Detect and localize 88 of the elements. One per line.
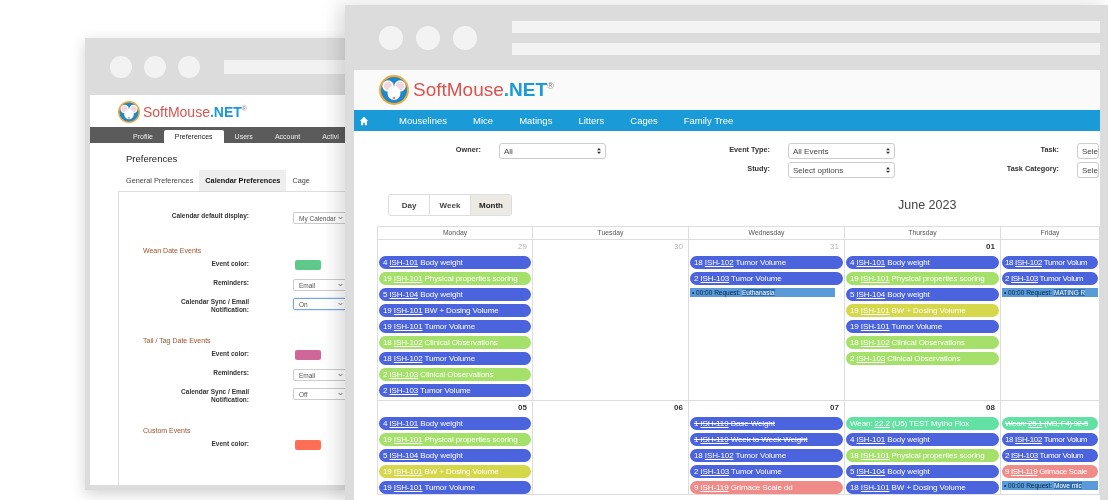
day-number: 31 xyxy=(830,242,839,251)
study-link[interactable]: ISH-104 xyxy=(389,451,419,460)
sort-caret-icon xyxy=(886,167,890,173)
study-link[interactable]: ISH-104 xyxy=(856,290,886,299)
calendar-event[interactable]: 18 ISH-102 Tumor Volum xyxy=(1002,256,1098,269)
calendar-event[interactable]: 2 ISH-103 Tumor Volum xyxy=(1002,449,1098,462)
color-swatch[interactable] xyxy=(295,350,321,360)
select-field[interactable]: Select options xyxy=(788,162,895,178)
day-number: 05 xyxy=(518,403,527,412)
calendar-event[interactable]: 4 ISH-101 Body weight xyxy=(846,433,999,446)
calendar-event[interactable]: 2 ISH-103 Tumor Volume xyxy=(690,465,843,478)
calendar-event[interactable]: 5 ISH-104 Body weight xyxy=(379,288,531,301)
calendar-event[interactable]: 19 ISH-101 Tumor Volume xyxy=(379,320,531,333)
nav-link[interactable]: Family Tree xyxy=(670,115,747,126)
day-number: 01 xyxy=(986,242,995,251)
calendar-event[interactable]: 1 ISH-119 Base Weight xyxy=(690,417,843,430)
calendar-event[interactable]: 18 ISH-102 Tumor Volume xyxy=(690,256,843,269)
study-link[interactable]: ISH-104 xyxy=(856,467,886,476)
study-link[interactable]: ISH-102 xyxy=(704,451,734,460)
study-link[interactable]: ISH-102 xyxy=(704,258,734,267)
view-button[interactable]: Day xyxy=(389,195,430,215)
view-button[interactable]: Month xyxy=(471,195,511,215)
calendar-event[interactable]: 19 ISH-101 Tumor Volume xyxy=(846,320,999,333)
study-link[interactable]: ISH-102 xyxy=(1015,258,1042,267)
logo-text: SoftMouse.NET$^{®}$ xyxy=(413,79,555,101)
color-swatch[interactable] xyxy=(295,440,321,450)
study-link[interactable]: ISH-101 xyxy=(856,435,886,444)
calendar-event[interactable]: 4 ISH-101 Body weight xyxy=(379,417,531,430)
calendar-event[interactable]: 5 ISH-104 Body weight xyxy=(846,465,999,478)
study-link[interactable]: ISH-103 xyxy=(700,467,730,476)
calendar-event[interactable]: 5 ISH-104 Body weight xyxy=(379,449,531,462)
study-link[interactable]: ISH-102 xyxy=(1015,435,1042,444)
logo-text: SoftMouse.NET$^{®}$ xyxy=(143,104,247,120)
mouse-logo-icon xyxy=(118,101,140,123)
nav-link[interactable]: Cages xyxy=(617,115,671,126)
caret-icon xyxy=(338,373,343,377)
select-field[interactable]: Sele xyxy=(1077,162,1099,178)
calendar-event[interactable]: 1 ISH-119 Week to Week Weight xyxy=(690,433,843,446)
nav-link[interactable]: Mouselines xyxy=(399,115,461,126)
calendar-event[interactable]: 2 ISH-103 Tumor Volume xyxy=(379,384,531,397)
calendar-event[interactable]: 2 ISH-103 Tumor Volum xyxy=(1002,272,1098,285)
home-icon[interactable] xyxy=(359,115,369,126)
study-link[interactable]: ISH-101 xyxy=(393,322,423,331)
study-link[interactable]: ISH-101 xyxy=(389,419,419,428)
day-number: 07 xyxy=(830,403,839,412)
nav-link[interactable]: Mice xyxy=(460,115,507,126)
nav-link[interactable]: Matings xyxy=(506,115,566,126)
color-swatch[interactable] xyxy=(295,260,321,270)
select-field[interactable]: All Events xyxy=(788,143,895,159)
day-number: 30 xyxy=(674,242,683,251)
study-link[interactable]: ISH-103 xyxy=(700,274,730,283)
calendar-event[interactable]: 18 ISH-102 Tumor Volum xyxy=(1002,433,1098,446)
day-number: 06 xyxy=(674,403,683,412)
caret-icon xyxy=(338,283,343,287)
study-link[interactable]: ISH-101 xyxy=(393,306,423,315)
study-link[interactable]: ISH-101 xyxy=(860,483,890,492)
calendar-event[interactable]: 4 ISH-101 Body weight xyxy=(379,256,531,269)
caret-icon xyxy=(338,392,343,396)
caret-icon xyxy=(338,302,343,306)
study-link[interactable]: ISH-101 xyxy=(860,322,890,331)
month-title: June 2023 xyxy=(898,198,957,212)
calendar-event[interactable]: 5 ISH-104 Body weight xyxy=(846,288,999,301)
calendar-event[interactable]: 19 ISH-101 Tumor Volume xyxy=(379,481,531,494)
select-field[interactable]: Sele xyxy=(1077,143,1099,159)
study-link[interactable]: ISH-103 xyxy=(389,386,419,395)
nav-link[interactable]: Litters xyxy=(565,115,618,126)
study-link[interactable]: ISH-103 xyxy=(1011,274,1038,283)
select-field[interactable]: All xyxy=(499,143,606,159)
study-link[interactable]: ISH-101 xyxy=(393,483,423,492)
study-link[interactable]: ISH-119 xyxy=(700,419,729,428)
caret-icon xyxy=(338,216,343,220)
calendar-event[interactable]: 18 ISH-102 Tumor Volume xyxy=(690,449,843,462)
calendar-event[interactable]: 19 ISH-101 BW + Dosing Volume xyxy=(379,304,531,317)
study-link[interactable]: ISH-102 xyxy=(393,354,423,363)
day-number: 08 xyxy=(986,403,995,412)
study-link[interactable]: ISH-101 xyxy=(856,258,886,267)
calendar-event[interactable]: 2 ISH-103 Tumor Volume xyxy=(690,272,843,285)
study-link[interactable]: ISH-101 xyxy=(389,258,419,267)
calendar-event[interactable]: 4 ISH-101 Body weight xyxy=(846,256,999,269)
calendar-event[interactable]: 18 ISH-101 BW + Dosing Volume xyxy=(846,481,999,494)
calendar-event[interactable]: 18 ISH-102 Tumor Volume xyxy=(379,352,531,365)
mouse-logo-icon xyxy=(379,75,409,105)
sort-caret-icon xyxy=(597,148,601,154)
study-link[interactable]: ISH-119 xyxy=(700,435,729,444)
sort-caret-icon xyxy=(886,148,890,154)
page-heading: Preferences xyxy=(125,152,179,164)
study-link[interactable]: ISH-104 xyxy=(389,290,419,299)
study-link[interactable]: ISH-103 xyxy=(1011,451,1038,460)
